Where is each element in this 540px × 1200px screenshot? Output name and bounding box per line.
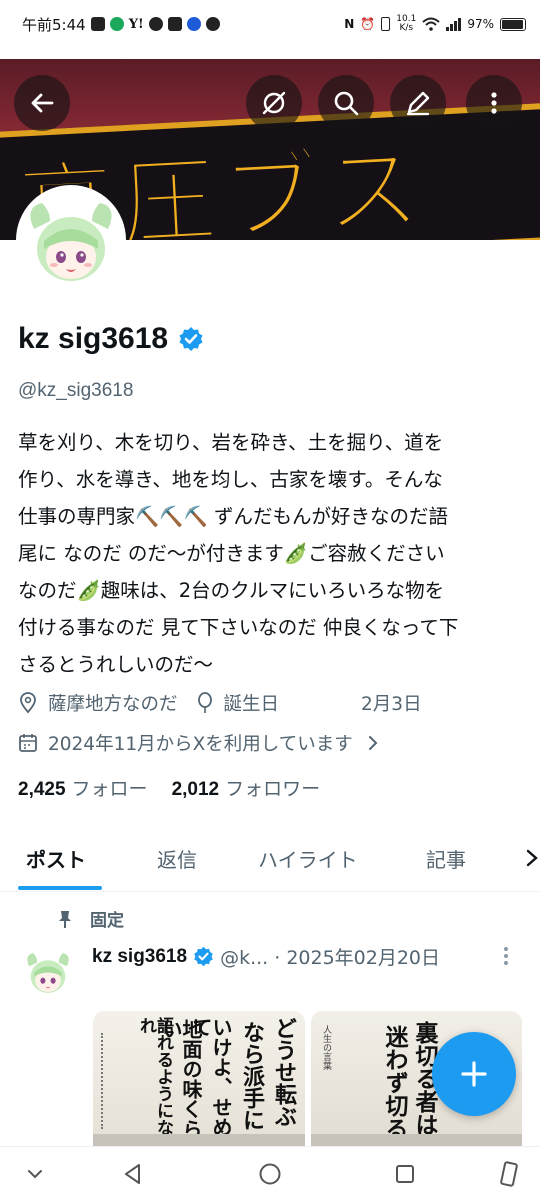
following-label: フォロー: [71, 778, 148, 800]
alert-icon: [205, 17, 220, 31]
calligraphy-signature: [101, 1033, 121, 1129]
pinned-label: 固定: [90, 911, 124, 931]
post-author-avatar[interactable]: [22, 946, 74, 998]
nav-collapse-button[interactable]: [16, 1155, 54, 1193]
following-link[interactable]: 2,425 フォロー: [18, 774, 148, 801]
arrow-left-icon: [31, 93, 54, 113]
nav-screen-button[interactable]: [490, 1155, 528, 1193]
more-button[interactable]: [466, 75, 522, 131]
post-media-left-bottom: [93, 1134, 305, 1146]
verified-badge-icon: [194, 946, 213, 967]
record-icon: [148, 17, 163, 31]
zundamon-avatar-image: [20, 189, 122, 291]
location-pin-icon: [20, 692, 36, 714]
grok-icon: [262, 91, 286, 115]
calligraphy-caption: 人生の言葉: [321, 1025, 331, 1070]
tab-posts[interactable]: ポスト: [26, 844, 86, 873]
wifi-icon: [422, 17, 440, 31]
system-navigation-bar: [0, 1146, 540, 1200]
pin-icon: [59, 910, 71, 928]
grok-button[interactable]: [246, 75, 302, 131]
bio-line: 仕事の専門家⛏️⛏️⛏️ ずんだもんが好きなのだ語: [18, 505, 449, 528]
more-vertical-icon: [491, 92, 497, 114]
pencil-icon: [406, 91, 430, 116]
post-more-button[interactable]: [504, 947, 508, 965]
pinned-indicator: 固定: [56, 906, 124, 931]
square-app-icon: [167, 17, 182, 31]
nfc-icon: N: [344, 17, 355, 31]
triangle-back-icon: [125, 1164, 140, 1184]
profile-location: 薩摩地方なのだ: [48, 694, 178, 715]
battery-icon: [500, 17, 526, 31]
profile-bio: 草を刈り、木を切り、岩を砕き、土を掘り、道を 作り、水を導き、地を均し、古家を壊…: [18, 424, 528, 683]
post-media-left[interactable]: どうせ転ぶ なら派手に いけよ、せめて 地面の味くらい 語れるようになれ: [93, 1011, 305, 1141]
app-notification-icon: [109, 17, 124, 31]
nav-recents-button[interactable]: [386, 1155, 424, 1193]
profile-display-name: kz sig3618: [18, 322, 169, 355]
calligraphy-line: なら派手に: [239, 1021, 265, 1131]
profile-handle: @kz_sig3618: [18, 380, 134, 401]
youtube-icon: [90, 17, 105, 31]
tab-highlights[interactable]: ハイライト: [258, 844, 358, 873]
profile-meta-row: 薩摩地方なのだ 誕生日 2月3日: [18, 690, 422, 716]
square-recents-icon: [396, 1165, 414, 1183]
status-bar: 午前5:44 Y! N ⏰ 10.1 K/s 97%: [0, 0, 540, 48]
bio-line: 付ける事なのだ 見て下さいなのだ 仲良くなって下: [18, 616, 459, 639]
chevron-down-icon: [28, 1170, 42, 1179]
profile-name-row: kz sig3618: [18, 322, 204, 356]
compose-post-button[interactable]: [432, 1032, 516, 1116]
bio-line: 草を刈り、木を切り、岩を砕き、土を掘り、道を: [18, 431, 444, 454]
battery-percent: 97%: [467, 17, 494, 31]
post-author-name[interactable]: kz sig3618: [92, 946, 187, 968]
search-button[interactable]: [318, 75, 374, 131]
calligraphy-line: 語れるようになれ: [136, 1017, 173, 1136]
post-media-right-bottom: [311, 1134, 522, 1146]
followers-label: フォロワー: [225, 778, 321, 800]
bio-line: 尾に なのだ のだ〜が付きます🫛ご容赦ください: [18, 542, 445, 565]
signal-icon: [446, 17, 462, 31]
active-tab-indicator: [18, 886, 102, 890]
followers-count: 2,012: [171, 779, 220, 800]
tab-replies[interactable]: 返信: [157, 844, 197, 873]
following-count: 2,425: [18, 779, 66, 800]
tab-scroll-chevron-icon[interactable]: [526, 848, 540, 868]
birthday-value: 2月3日: [361, 694, 422, 715]
yahoo-icon: Y!: [128, 16, 144, 32]
x-app-icon: [186, 17, 201, 31]
chevron-right-icon: [368, 736, 378, 750]
calligraphy-line: 迷わず切る: [381, 1025, 408, 1140]
net-speed: 10.1 K/s: [396, 14, 417, 33]
followers-link[interactable]: 2,012 フォロワー: [172, 774, 321, 801]
profile-joined-row[interactable]: 2024年11月からXを利用しています: [18, 730, 381, 756]
profile-tabs: ポスト 返信 ハイライト 記事: [0, 826, 540, 892]
bio-line: さるとうれしいのだ〜: [18, 653, 214, 676]
status-time: 午前5:44: [22, 15, 86, 34]
search-icon: [334, 91, 359, 116]
plus-icon: [461, 1061, 487, 1087]
zundamon-avatar-image: [22, 946, 74, 998]
nav-home-button[interactable]: [251, 1155, 289, 1193]
back-button[interactable]: [14, 75, 70, 131]
tab-articles[interactable]: 記事: [426, 844, 466, 873]
calligraphy-line: どうせ転ぶ: [271, 1017, 297, 1127]
vibrate-icon: [381, 17, 391, 31]
alarm-icon: ⏰: [360, 17, 376, 31]
profile-joined: 2024年11月からXを利用しています: [48, 734, 353, 755]
post-header: kz sig3618 @k... · 2025年02月20日: [92, 943, 440, 970]
calendar-icon: [19, 734, 37, 752]
birthday-label: 誕生日: [223, 694, 280, 715]
profile-avatar[interactable]: [16, 185, 126, 295]
edit-button[interactable]: [390, 75, 446, 131]
balloon-icon: [197, 692, 212, 713]
verified-badge-icon: [179, 327, 203, 351]
post-meta: @k... · 2025年02月20日: [220, 947, 441, 969]
bio-line: 作り、水を導き、地を均し、古家を壊す。そんな: [18, 468, 443, 491]
phone-rotate-icon: [500, 1161, 518, 1187]
bio-line: なのだ🫛趣味は、2台のクルマにいろいろな物を: [18, 579, 445, 602]
circle-home-icon: [259, 1163, 281, 1185]
nav-back-button[interactable]: [114, 1155, 152, 1193]
follow-stats: 2,425 フォロー 2,012 フォロワー: [18, 774, 320, 801]
